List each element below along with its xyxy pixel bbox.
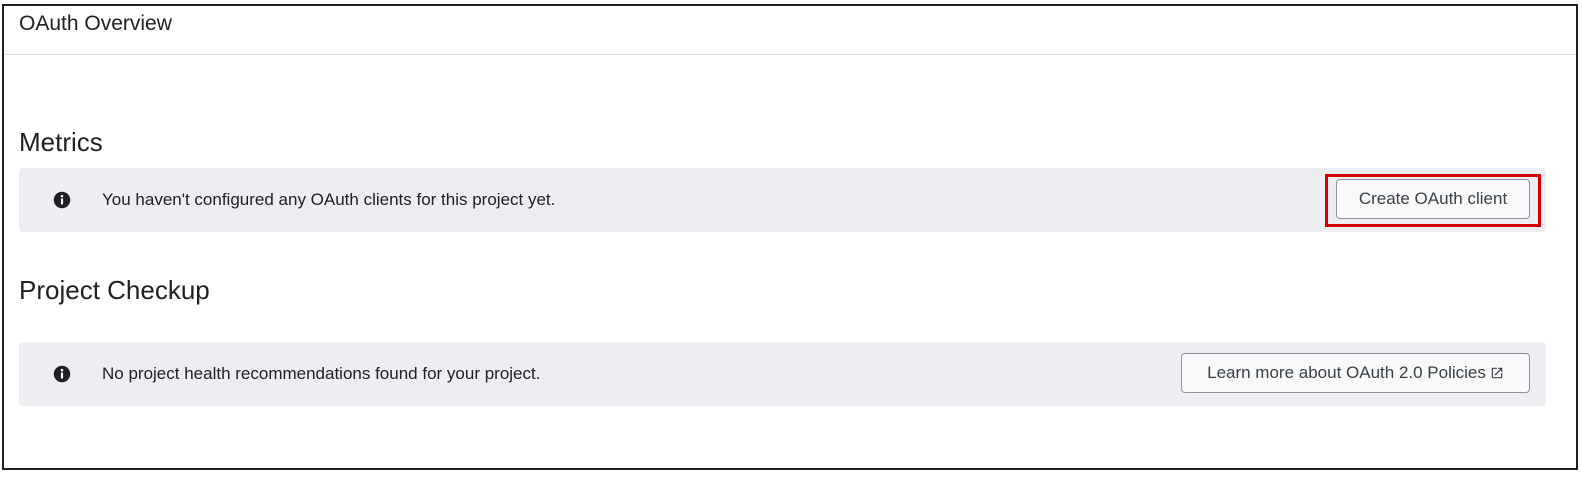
info-icon xyxy=(53,191,71,209)
page-header: OAuth Overview xyxy=(4,6,1576,55)
page-title: OAuth Overview xyxy=(19,12,172,35)
metrics-banner-text: You haven't configured any OAuth clients… xyxy=(102,190,556,209)
learn-more-oauth-policies-button[interactable]: Learn more about OAuth 2.0 Policies xyxy=(1181,353,1530,393)
metrics-heading: Metrics xyxy=(19,127,103,157)
learn-more-label: Learn more about OAuth 2.0 Policies xyxy=(1207,363,1486,382)
metrics-info-banner: You haven't configured any OAuth clients… xyxy=(19,168,1546,232)
oauth-overview-page: OAuth Overview Metrics You haven't confi… xyxy=(2,4,1578,470)
project-checkup-heading: Project Checkup xyxy=(19,275,210,305)
checkup-banner-text: No project health recommendations found … xyxy=(102,364,541,383)
checkup-info-banner: No project health recommendations found … xyxy=(19,342,1546,406)
create-oauth-client-button[interactable]: Create OAuth client xyxy=(1336,179,1530,219)
external-link-icon xyxy=(1491,367,1503,379)
info-icon xyxy=(53,365,71,383)
